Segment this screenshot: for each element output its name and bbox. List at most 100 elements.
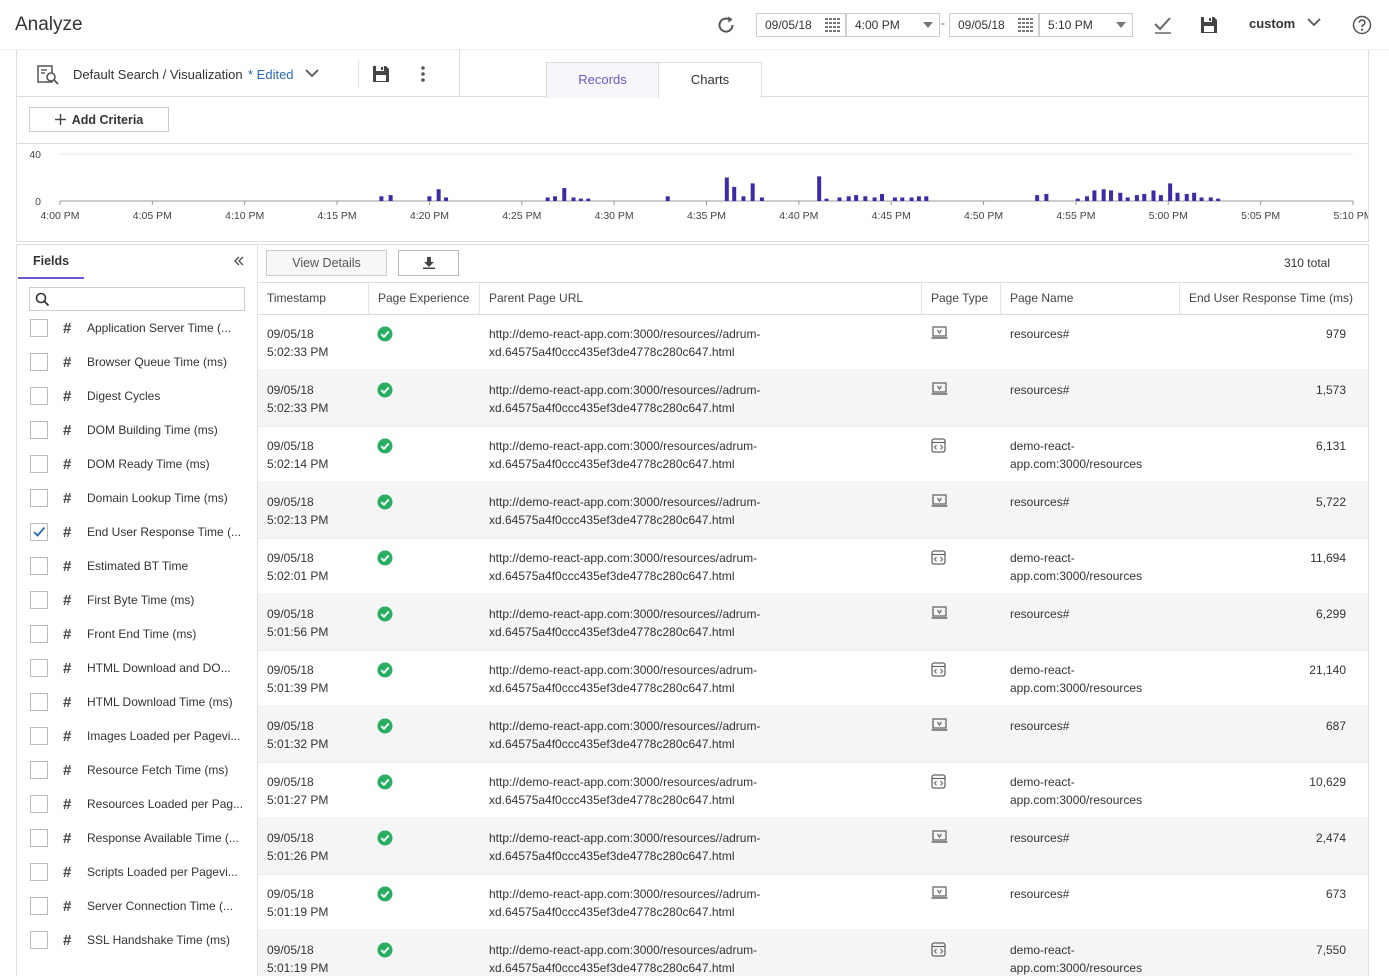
download-button[interactable]: [398, 250, 459, 276]
histogram-bar[interactable]: [379, 196, 384, 201]
histogram-bar[interactable]: [1118, 192, 1123, 201]
field-item[interactable]: # Resources Loaded per Pag...: [17, 787, 257, 821]
histogram-bar[interactable]: [909, 197, 914, 201]
help-icon[interactable]: [1350, 13, 1374, 37]
tab-charts[interactable]: Charts: [658, 62, 762, 98]
histogram-bar[interactable]: [388, 195, 393, 201]
field-item[interactable]: # Digest Cycles: [17, 379, 257, 413]
histogram-bar[interactable]: [1092, 190, 1097, 201]
histogram-bar[interactable]: [1199, 197, 1204, 201]
histogram-bar[interactable]: [1035, 195, 1040, 201]
tab-records[interactable]: Records: [546, 62, 659, 98]
calendar-icon[interactable]: [825, 18, 841, 32]
histogram-bar[interactable]: [924, 196, 929, 201]
field-item[interactable]: # Resource Fetch Time (ms): [17, 753, 257, 787]
histogram-bar[interactable]: [1125, 197, 1130, 201]
histogram-bar[interactable]: [571, 197, 576, 201]
field-item[interactable]: # SSL Handshake Time (ms): [17, 923, 257, 957]
histogram-bar[interactable]: [1109, 190, 1114, 201]
table-row[interactable]: 09/05/18 5:02:33 PM http://demo-react-app.…: [258, 315, 1368, 371]
field-item[interactable]: # Response Available Time (...: [17, 821, 257, 855]
table-row[interactable]: 09/05/18 5:01:19 PM http://demo-react-app.…: [258, 931, 1368, 976]
end-time-select[interactable]: 5:10 PM: [1039, 13, 1133, 37]
field-item[interactable]: # Server Connection Time (...: [17, 889, 257, 923]
histogram-bar[interactable]: [879, 193, 884, 201]
end-date-field[interactable]: 09/05/18: [949, 13, 1039, 37]
histogram-bar[interactable]: [1075, 198, 1080, 201]
histogram-bar[interactable]: [1142, 193, 1147, 201]
field-checkbox[interactable]: [30, 489, 48, 507]
histogram-bar[interactable]: [824, 198, 829, 201]
more-vertical-icon[interactable]: [420, 65, 426, 83]
histogram-bar[interactable]: [1184, 193, 1189, 201]
histogram-bar[interactable]: [444, 197, 449, 201]
histogram-bar[interactable]: [1175, 192, 1180, 201]
field-checkbox[interactable]: [30, 319, 48, 337]
tab-fields[interactable]: Fields: [18, 245, 84, 279]
histogram-bar[interactable]: [586, 198, 591, 201]
field-checkbox[interactable]: [30, 897, 48, 915]
field-item[interactable]: # HTML Download and DO...: [17, 651, 257, 685]
column-header-timestamp[interactable]: Timestamp: [258, 283, 369, 315]
field-checkbox[interactable]: [30, 863, 48, 881]
histogram-bar[interactable]: [1208, 197, 1213, 201]
field-checkbox[interactable]: [30, 387, 48, 405]
histogram-bar[interactable]: [1085, 196, 1090, 201]
field-checkbox[interactable]: [30, 625, 48, 643]
table-row[interactable]: 09/05/18 5:01:27 PM http://demo-react-app.…: [258, 763, 1368, 819]
field-item[interactable]: # Browser Queue Time (ms): [17, 345, 257, 379]
field-checkbox[interactable]: [30, 591, 48, 609]
histogram-bar[interactable]: [892, 197, 897, 201]
histogram-bar[interactable]: [837, 197, 842, 201]
field-checkbox[interactable]: [30, 455, 48, 473]
histogram-bar[interactable]: [1158, 195, 1163, 201]
field-item[interactable]: # DOM Building Time (ms): [17, 413, 257, 447]
chevron-down-icon[interactable]: [1307, 17, 1321, 27]
histogram-chart[interactable]: 40 0 4:00 PM 4:05 PM 4:10 PM 4:15 PM 4:20 PM 4:…: [17, 144, 1368, 242]
calendar-icon[interactable]: [1018, 18, 1034, 32]
field-checkbox[interactable]: [30, 557, 48, 575]
field-checkbox[interactable]: [30, 829, 48, 847]
table-row[interactable]: 09/05/18 5:02:14 PM http://demo-react-app.…: [258, 427, 1368, 483]
table-row[interactable]: 09/05/18 5:02:33 PM http://demo-react-app.…: [258, 371, 1368, 427]
field-checkbox[interactable]: [30, 659, 48, 677]
histogram-bar[interactable]: [578, 198, 583, 201]
histogram-bar[interactable]: [872, 197, 877, 201]
chevron-down-icon[interactable]: [305, 68, 319, 78]
histogram-bar[interactable]: [545, 197, 550, 201]
histogram-bar[interactable]: [1134, 195, 1139, 201]
histogram-bar[interactable]: [817, 176, 822, 201]
field-checkbox[interactable]: [30, 693, 48, 711]
field-item[interactable]: # Estimated BT Time: [17, 549, 257, 583]
field-item[interactable]: # Scripts Loaded per Pagevi...: [17, 855, 257, 889]
apply-check-icon[interactable]: [1151, 13, 1175, 37]
refresh-icon[interactable]: [714, 13, 738, 37]
field-checkbox[interactable]: [30, 931, 48, 949]
column-header-end-user-response-time[interactable]: End User Response Time (ms): [1180, 283, 1368, 315]
field-item[interactable]: # Domain Lookup Time (ms): [17, 481, 257, 515]
histogram-bar[interactable]: [750, 183, 755, 201]
histogram-bar[interactable]: [846, 196, 851, 201]
save-icon[interactable]: [1197, 13, 1221, 37]
histogram-bar[interactable]: [854, 195, 859, 201]
double-chevron-left-icon[interactable]: [233, 254, 245, 268]
histogram-bar[interactable]: [427, 196, 432, 201]
add-criteria-button[interactable]: Add Criteria: [29, 107, 169, 132]
field-checkbox[interactable]: [30, 795, 48, 813]
field-item[interactable]: # HTML Download Time (ms): [17, 685, 257, 719]
table-row[interactable]: 09/05/18 5:01:39 PM http://demo-react-app.…: [258, 651, 1368, 707]
field-checkbox[interactable]: [30, 353, 48, 371]
histogram-bar[interactable]: [1168, 183, 1173, 201]
histogram-bar[interactable]: [1101, 189, 1106, 201]
save-icon[interactable]: [372, 65, 390, 83]
histogram-bar[interactable]: [863, 196, 868, 201]
histogram-bar[interactable]: [732, 186, 737, 201]
table-row[interactable]: 09/05/18 5:01:19 PM http://demo-react-app.…: [258, 875, 1368, 931]
table-row[interactable]: 09/05/18 5:02:01 PM http://demo-react-app.…: [258, 539, 1368, 595]
field-item[interactable]: # DOM Ready Time (ms): [17, 447, 257, 481]
range-select[interactable]: custom: [1249, 16, 1295, 31]
fields-search-input[interactable]: [29, 287, 245, 311]
histogram-bar[interactable]: [562, 188, 567, 201]
histogram-bar[interactable]: [665, 196, 670, 201]
histogram-bar[interactable]: [1192, 192, 1197, 201]
